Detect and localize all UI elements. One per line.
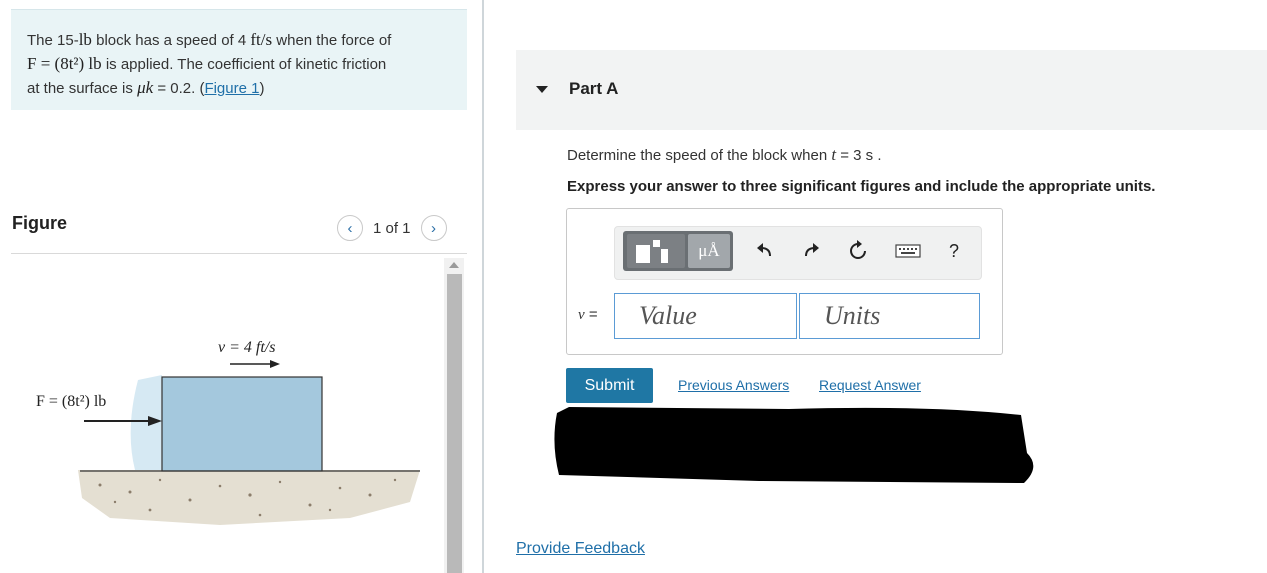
undo-button[interactable] bbox=[752, 238, 776, 264]
figure-heading: Figure bbox=[12, 213, 68, 233]
scrollbar-thumb[interactable] bbox=[447, 274, 462, 573]
problem-text-2: block has a speed of 4 bbox=[91, 32, 251, 49]
units-symbols-button[interactable]: μÅ bbox=[688, 234, 730, 268]
redaction-mark bbox=[554, 407, 1034, 483]
templates-button[interactable] bbox=[627, 234, 685, 268]
problem-mu: μk bbox=[137, 78, 154, 97]
problem-text-1: The 15- bbox=[27, 32, 79, 49]
problem-weight-unit: lb bbox=[78, 30, 92, 49]
part-header[interactable] bbox=[516, 50, 1267, 130]
ground-surface bbox=[78, 470, 420, 525]
keyboard-icon bbox=[895, 244, 921, 258]
chevron-left-icon: ‹ bbox=[347, 219, 353, 237]
part-title: Part A bbox=[569, 79, 619, 98]
scroll-up-icon[interactable] bbox=[449, 262, 459, 268]
block bbox=[161, 376, 323, 472]
figure-nav: ‹ 1 of 1 › bbox=[337, 215, 447, 241]
figure-divider bbox=[11, 253, 467, 254]
provide-feedback-link[interactable]: Provide Feedback bbox=[516, 540, 645, 558]
problem-speed-unit: ft/s bbox=[250, 30, 273, 49]
value-input[interactable]: Value bbox=[614, 293, 797, 339]
problem-text-3: when the force of bbox=[272, 32, 392, 49]
figure-prev-button[interactable]: ‹ bbox=[337, 215, 363, 241]
panel-divider[interactable] bbox=[482, 0, 484, 573]
answer-var: v bbox=[578, 307, 585, 323]
problem-text-4: is applied. The coefficient of kinetic f… bbox=[101, 56, 387, 73]
problem-text-5: at the surface is bbox=[27, 80, 138, 97]
block-figure: v = 4 ft/s F = (8t²) lb bbox=[36, 339, 420, 525]
figure-link[interactable]: Figure 1 bbox=[204, 80, 259, 97]
undo-icon bbox=[757, 243, 771, 257]
keyboard-button[interactable] bbox=[895, 238, 921, 264]
force-label: F = (8t²) lb bbox=[36, 393, 106, 410]
reset-icon bbox=[850, 240, 866, 259]
velocity-label: v = 4 ft/s bbox=[218, 339, 275, 356]
figure-next-button[interactable]: › bbox=[420, 215, 447, 241]
problem-force-equation: F = (8t²) lb bbox=[27, 54, 102, 73]
previous-answers-link[interactable]: Previous Answers bbox=[678, 377, 789, 393]
problem-text-7: ) bbox=[259, 80, 265, 97]
submit-button[interactable]: Submit bbox=[566, 368, 653, 403]
mastering-page: The 15-lb block has a speed of 4 ft/s wh… bbox=[0, 0, 1267, 573]
units-input[interactable]: Units bbox=[799, 293, 980, 339]
help-button[interactable]: ? bbox=[942, 238, 966, 264]
question-text: Determine the speed of the block when t … bbox=[567, 145, 882, 165]
figure-counter: 1 of 1 bbox=[373, 219, 411, 237]
answer-equals: = bbox=[584, 306, 598, 323]
answer-variable-label: v = bbox=[578, 306, 598, 324]
question-text-1: Determine the speed of the block when bbox=[567, 147, 832, 164]
redo-button[interactable] bbox=[800, 238, 824, 264]
reset-button[interactable] bbox=[846, 238, 870, 264]
redo-icon bbox=[805, 243, 819, 257]
request-answer-link[interactable]: Request Answer bbox=[819, 377, 921, 393]
answer-instruction: Express your answer to three significant… bbox=[567, 178, 1156, 195]
question-text-2: = 3 s . bbox=[836, 147, 882, 164]
problem-text-6: = 0.2. ( bbox=[153, 80, 205, 97]
chevron-right-icon: › bbox=[431, 219, 437, 237]
templates-icon bbox=[636, 240, 668, 263]
collapse-caret-icon[interactable] bbox=[536, 86, 548, 93]
problem-statement: The 15-lb block has a speed of 4 ft/s wh… bbox=[11, 9, 467, 110]
